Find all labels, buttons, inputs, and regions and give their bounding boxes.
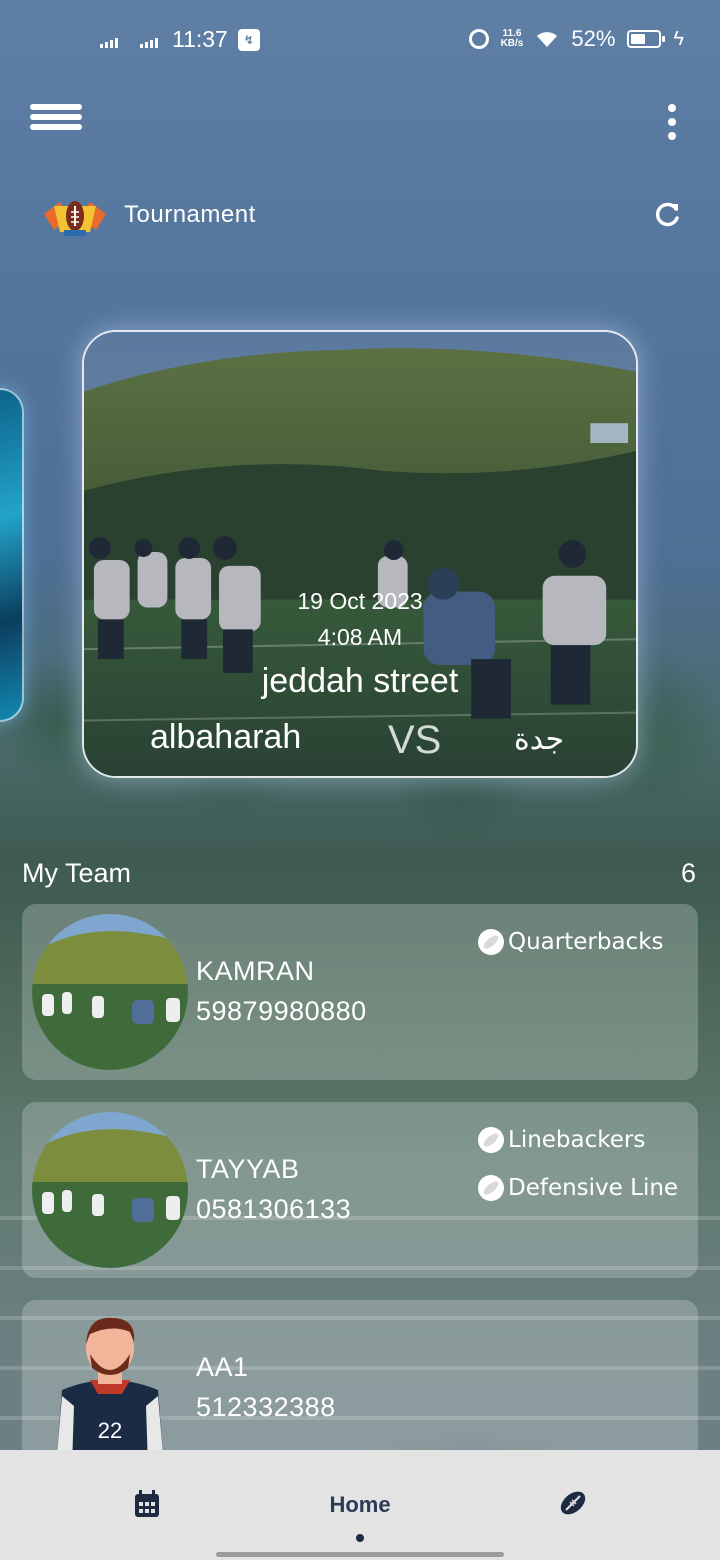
player-card[interactable]: TAYYAB 0581306133 Linebackers Defensive …: [22, 1102, 698, 1278]
nav-home-tab[interactable]: Home: [0, 1492, 720, 1518]
football-icon[interactable]: [558, 1488, 588, 1518]
away-team-name: جدة: [514, 723, 565, 756]
football-icon: [478, 1175, 504, 1201]
more-vertical-icon[interactable]: [664, 104, 680, 140]
bottom-navigation: Home: [0, 1450, 720, 1560]
position-tag: Quarterbacks: [478, 922, 664, 962]
player-positions: Linebackers Defensive Line: [478, 1120, 678, 1216]
player-avatar: [32, 914, 188, 1070]
system-home-indicator[interactable]: [216, 1552, 504, 1557]
football-icon: [478, 1127, 504, 1153]
my-team-count: 6: [680, 858, 696, 888]
position-tag: Linebackers: [478, 1120, 678, 1160]
charging-icon: ϟ: [673, 27, 684, 50]
player-phone: 59879980880: [196, 996, 367, 1026]
position-label: Quarterbacks: [508, 929, 664, 955]
tournament-header: Tournament: [40, 192, 256, 238]
wifi-icon: [537, 32, 558, 47]
position-label: Linebackers: [508, 1127, 646, 1153]
home-team-name: albaharah: [150, 718, 302, 756]
match-venue: jeddah street: [261, 662, 459, 700]
match-photo: [84, 332, 636, 776]
network-speed-unit: KB/s: [500, 38, 524, 49]
network-speed: 11.6 KB/s: [501, 29, 524, 49]
player-avatar-illustration: 22: [56, 1317, 164, 1466]
position-label: Defensive Line: [508, 1175, 679, 1201]
match-time: 4:08 AM: [317, 624, 403, 650]
app-notification-icon: ↯: [237, 28, 260, 51]
battery-icon: [627, 30, 666, 48]
player-avatar: [32, 1112, 188, 1268]
jersey-number: 22: [98, 1418, 122, 1443]
my-team-title: My Team: [22, 858, 132, 888]
player-phone: 0581306133: [196, 1194, 352, 1224]
vs-label: VS: [388, 718, 442, 762]
active-tab-indicator: [356, 1534, 364, 1542]
section-title: Tournament: [124, 201, 256, 228]
match-date: 19 Oct 2023: [297, 588, 423, 614]
tournament-logo: [44, 201, 106, 236]
player-phone: 512332388: [196, 1392, 336, 1422]
signal-icon-2: [140, 32, 158, 48]
player-name: AA1: [196, 1352, 249, 1382]
battery-fill: [631, 34, 646, 44]
football-icon: [478, 929, 504, 955]
hamburger-menu-icon[interactable]: [30, 104, 82, 134]
refresh-icon[interactable]: [652, 200, 682, 230]
player-name: TAYYAB: [196, 1154, 300, 1184]
alarm-icon: [468, 29, 489, 49]
battery-percent: 52%: [571, 26, 616, 51]
status-bar: 11:37 ↯ 11.6 KB/s 52% ϟ: [0, 0, 720, 80]
match-card[interactable]: 19 Oct 2023 4:08 AM jeddah street albaha…: [82, 330, 638, 778]
player-name: KAMRAN: [196, 956, 315, 986]
player-positions: Quarterbacks: [478, 922, 664, 970]
signal-icon: [100, 32, 118, 48]
player-card[interactable]: KAMRAN 59879980880 Quarterbacks: [22, 904, 698, 1080]
carousel-previous-card[interactable]: [0, 388, 24, 722]
clock: 11:37: [172, 26, 228, 52]
position-tag: Defensive Line: [478, 1168, 678, 1208]
